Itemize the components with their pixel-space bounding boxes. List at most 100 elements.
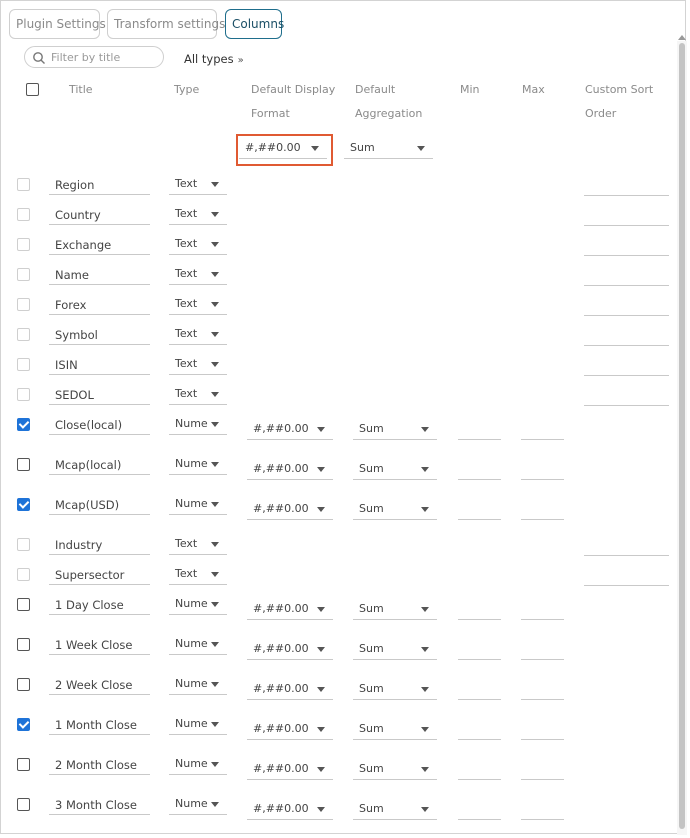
column-max-input[interactable] <box>521 600 564 620</box>
column-aggregation-dropdown[interactable]: Sum <box>353 800 437 820</box>
column-title-field[interactable]: Exchange <box>49 235 150 255</box>
column-format-dropdown[interactable]: #,##0.00 <box>247 800 333 820</box>
column-type-dropdown[interactable]: Text <box>169 205 227 225</box>
column-type-dropdown[interactable]: Nume <box>169 455 227 475</box>
row-checkbox[interactable] <box>17 598 30 611</box>
column-max-input[interactable] <box>521 420 564 440</box>
column-aggregation-dropdown[interactable]: Sum <box>353 420 437 440</box>
column-title-field[interactable]: 1 Week Close <box>49 635 150 655</box>
column-title-field[interactable]: Region <box>49 175 150 195</box>
column-title-field[interactable]: Symbol <box>49 325 150 345</box>
column-type-dropdown[interactable]: Nume <box>169 635 227 655</box>
column-sort-order-input[interactable] <box>584 386 669 406</box>
column-title-field[interactable]: Country <box>49 205 150 225</box>
column-title-field[interactable]: 1 Day Close <box>49 595 150 615</box>
column-title-field[interactable]: 1 Month Close <box>49 715 150 735</box>
column-type-dropdown[interactable]: Text <box>169 265 227 285</box>
column-format-dropdown[interactable]: #,##0.00 <box>247 500 333 520</box>
column-format-dropdown[interactable]: #,##0.00 <box>247 720 333 740</box>
column-title-field[interactable]: Forex <box>49 295 150 315</box>
column-min-input[interactable] <box>458 720 501 740</box>
type-filter-dropdown[interactable]: All types» <box>184 52 244 66</box>
column-type-dropdown[interactable]: Text <box>169 385 227 405</box>
row-checkbox[interactable] <box>17 498 30 511</box>
default-aggregation-dropdown[interactable]: Sum <box>344 139 433 159</box>
column-sort-order-input[interactable] <box>584 536 669 556</box>
column-min-input[interactable] <box>458 500 501 520</box>
row-checkbox[interactable] <box>17 798 30 811</box>
column-format-dropdown[interactable]: #,##0.00 <box>247 680 333 700</box>
column-sort-order-input[interactable] <box>584 176 669 196</box>
row-checkbox[interactable] <box>17 718 30 731</box>
column-type-dropdown[interactable]: Nume <box>169 795 227 815</box>
column-title-field[interactable]: 2 Month Close <box>49 755 150 775</box>
column-format-dropdown[interactable]: #,##0.00 <box>247 600 333 620</box>
column-sort-order-input[interactable] <box>584 326 669 346</box>
row-checkbox[interactable] <box>17 638 30 651</box>
column-aggregation-dropdown[interactable]: Sum <box>353 460 437 480</box>
row-checkbox[interactable] <box>17 418 30 431</box>
column-min-input[interactable] <box>458 800 501 820</box>
column-sort-order-input[interactable] <box>584 296 669 316</box>
column-aggregation-dropdown[interactable]: Sum <box>353 760 437 780</box>
column-title-field[interactable]: Industry <box>49 535 150 555</box>
tab-columns[interactable]: Columns <box>225 9 284 39</box>
column-format-dropdown[interactable]: #,##0.00 <box>247 420 333 440</box>
column-type-dropdown[interactable]: Text <box>169 295 227 315</box>
column-type-dropdown[interactable]: Text <box>169 235 227 255</box>
column-type-dropdown[interactable]: Text <box>169 175 227 195</box>
column-type-dropdown[interactable]: Nume <box>169 595 227 615</box>
column-min-input[interactable] <box>458 640 501 660</box>
column-min-input[interactable] <box>458 760 501 780</box>
column-sort-order-input[interactable] <box>584 356 669 376</box>
column-title-field[interactable]: ISIN <box>49 355 150 375</box>
column-min-input[interactable] <box>458 600 501 620</box>
column-sort-order-input[interactable] <box>584 266 669 286</box>
scroll-up-icon[interactable] <box>678 35 686 40</box>
column-format-dropdown[interactable]: #,##0.00 <box>247 760 333 780</box>
column-title-field[interactable]: Mcap(USD) <box>49 495 150 515</box>
column-max-input[interactable] <box>521 760 564 780</box>
column-type-dropdown[interactable]: Text <box>169 565 227 585</box>
row-checkbox[interactable] <box>17 678 30 691</box>
filter-input[interactable] <box>51 49 159 65</box>
column-aggregation-dropdown[interactable]: Sum <box>353 640 437 660</box>
tab-transform-settings[interactable]: Transform settings <box>107 9 225 39</box>
column-title-field[interactable]: Close(local) <box>49 415 150 435</box>
column-title-field[interactable]: 2 Week Close <box>49 675 150 695</box>
column-type-dropdown[interactable]: Nume <box>169 495 227 515</box>
column-max-input[interactable] <box>521 460 564 480</box>
tab-plugin-settings[interactable]: Plugin Settings <box>9 9 106 39</box>
column-min-input[interactable] <box>458 460 501 480</box>
column-aggregation-dropdown[interactable]: Sum <box>353 680 437 700</box>
column-min-input[interactable] <box>458 420 501 440</box>
column-title-field[interactable]: 3 Month Close <box>49 795 150 815</box>
column-sort-order-input[interactable] <box>584 566 669 586</box>
column-max-input[interactable] <box>521 720 564 740</box>
column-format-dropdown[interactable]: #,##0.00 <box>247 640 333 660</box>
filter-search-box[interactable] <box>24 46 164 68</box>
column-type-dropdown[interactable]: Nume <box>169 415 227 435</box>
column-aggregation-dropdown[interactable]: Sum <box>353 720 437 740</box>
column-max-input[interactable] <box>521 800 564 820</box>
column-aggregation-dropdown[interactable]: Sum <box>353 500 437 520</box>
row-checkbox[interactable] <box>17 458 30 471</box>
column-title-field[interactable]: Mcap(local) <box>49 455 150 475</box>
column-format-dropdown[interactable]: #,##0.00 <box>247 460 333 480</box>
column-type-dropdown[interactable]: Text <box>169 535 227 555</box>
column-type-dropdown[interactable]: Nume <box>169 675 227 695</box>
column-type-dropdown[interactable]: Nume <box>169 755 227 775</box>
column-type-dropdown[interactable]: Nume <box>169 715 227 735</box>
column-sort-order-input[interactable] <box>584 236 669 256</box>
row-checkbox[interactable] <box>17 758 30 771</box>
column-min-input[interactable] <box>458 680 501 700</box>
column-type-dropdown[interactable]: Text <box>169 355 227 375</box>
column-max-input[interactable] <box>521 640 564 660</box>
column-title-field[interactable]: SEDOL <box>49 385 150 405</box>
column-max-input[interactable] <box>521 680 564 700</box>
column-title-field[interactable]: Name <box>49 265 150 285</box>
column-title-field[interactable]: Supersector <box>49 565 150 585</box>
column-max-input[interactable] <box>521 500 564 520</box>
column-type-dropdown[interactable]: Text <box>169 325 227 345</box>
column-aggregation-dropdown[interactable]: Sum <box>353 600 437 620</box>
